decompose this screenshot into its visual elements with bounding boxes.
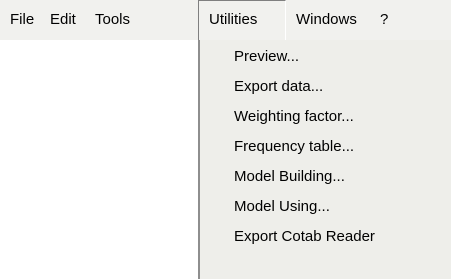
menu-item-weighting-factor[interactable]: Weighting factor...: [234, 102, 354, 132]
menu-bar: File Edit Tools Utilities Windows ?: [0, 0, 451, 40]
menu-item-model-building[interactable]: Model Building...: [234, 162, 345, 192]
menu-utilities-label: Utilities: [209, 11, 258, 28]
menu-file[interactable]: File: [10, 0, 34, 40]
menu-item-preview[interactable]: Preview...: [234, 42, 299, 72]
menu-item-export-cotab-reader[interactable]: Export Cotab Reader: [234, 222, 375, 252]
menu-item-export-data[interactable]: Export data...: [234, 72, 323, 102]
menu-edit[interactable]: Edit: [50, 0, 76, 40]
menu-item-frequency-table[interactable]: Frequency table...: [234, 132, 354, 162]
menu-tools[interactable]: Tools: [95, 0, 130, 40]
utilities-dropdown-menu: Preview... Export data... Weighting fact…: [198, 40, 451, 279]
menu-help[interactable]: ?: [380, 0, 388, 40]
application-window: File Edit Tools Utilities Windows ? Prev…: [0, 0, 451, 279]
menu-windows[interactable]: Windows: [296, 0, 357, 40]
menu-utilities[interactable]: Utilities: [198, 0, 286, 40]
menu-item-model-using[interactable]: Model Using...: [234, 192, 330, 222]
